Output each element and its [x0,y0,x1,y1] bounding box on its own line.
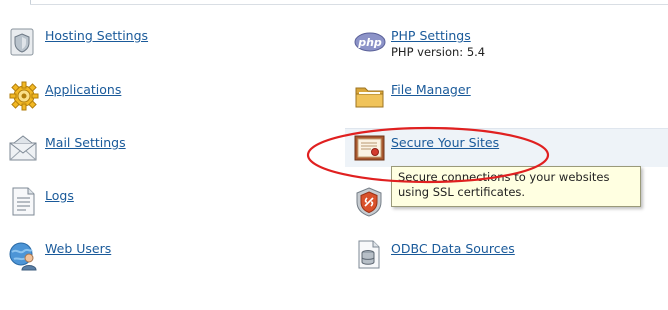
annotation-ellipse [306,126,550,184]
database-document-icon [354,239,386,271]
ssl-shield-icon [354,186,386,218]
logs-link[interactable]: Logs [45,188,74,203]
hosting-settings-link[interactable]: Hosting Settings [45,28,148,43]
globe-user-icon [8,239,40,271]
php-icon: php [354,26,386,58]
web-users-link[interactable]: Web Users [45,241,111,256]
svg-text:php: php [357,36,382,49]
gear-icon [8,80,40,112]
document-icon [8,186,40,218]
php-settings-link[interactable]: PHP Settings [391,28,471,43]
mail-settings-link[interactable]: Mail Settings [45,135,126,150]
php-version-text: PHP version: 5.4 [391,45,486,59]
odbc-data-sources-link[interactable]: ODBC Data Sources [391,241,515,256]
folder-icon [354,80,386,112]
applications-link[interactable]: Applications [45,82,121,97]
top-border [0,0,668,5]
envelope-icon [8,133,40,165]
shield-icon [8,26,40,58]
file-manager-link[interactable]: File Manager [391,82,471,97]
